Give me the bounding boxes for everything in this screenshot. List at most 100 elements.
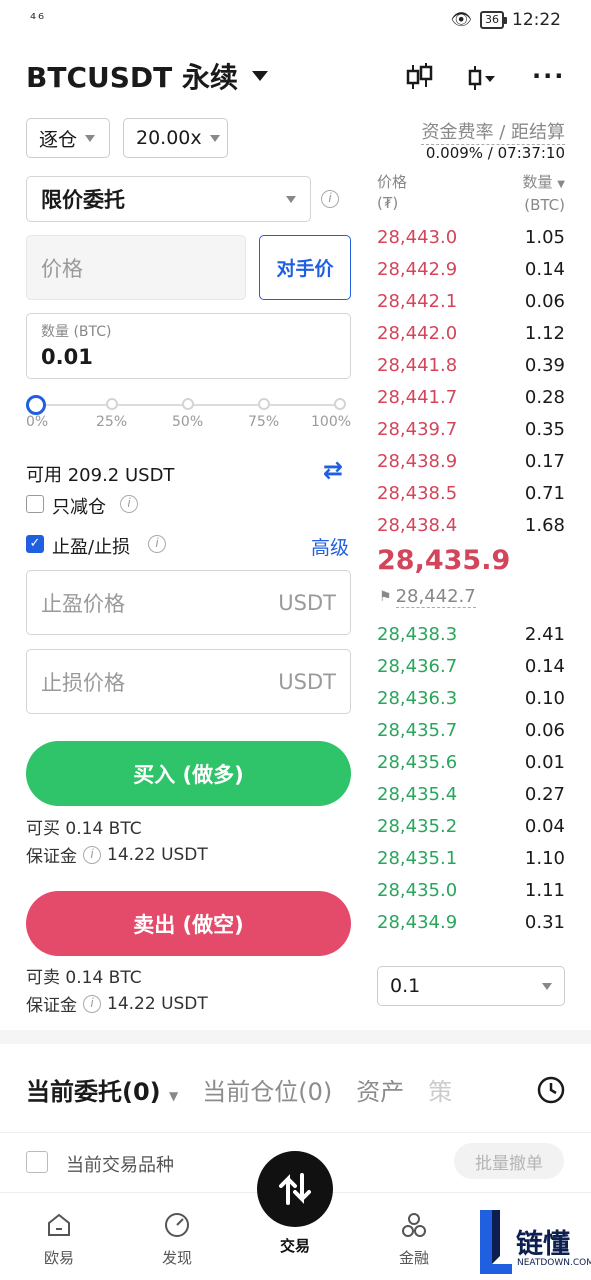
tp-sl-checkbox[interactable]: ✓ xyxy=(26,535,44,553)
slider-tick[interactable] xyxy=(182,398,194,410)
info-icon[interactable]: i xyxy=(120,495,138,513)
ask-row[interactable]: 28,441.8 0.39 xyxy=(377,349,565,381)
ask-price: 28,438.5 xyxy=(377,482,458,504)
ask-qty: 0.35 xyxy=(524,418,565,440)
info-icon[interactable]: i xyxy=(321,190,339,208)
ask-row[interactable]: 28,442.0 1.12 xyxy=(377,317,565,349)
stop-loss-input[interactable]: 止损价格 USDT xyxy=(26,649,351,714)
nav-trade[interactable]: 交易 xyxy=(255,1235,335,1256)
quantity-value: 0.01 xyxy=(41,345,93,369)
tab-current-positions[interactable]: 当前仓位(0) xyxy=(202,1072,332,1107)
home-icon xyxy=(48,1213,70,1236)
ask-qty: 0.06 xyxy=(524,290,565,312)
qty-header: 数量 xyxy=(522,173,553,191)
ask-row[interactable]: 28,438.4 1.68 xyxy=(377,509,565,541)
margin-label: 保证金 xyxy=(26,996,77,1016)
price-unit: (₮) xyxy=(377,194,399,212)
bid-row[interactable]: 28,436.7 0.14 xyxy=(377,650,565,682)
stop-loss-unit: USDT xyxy=(278,669,336,694)
bid-row[interactable]: 28,435.1 1.10 xyxy=(377,842,565,874)
depth-select[interactable]: 0.1 xyxy=(377,966,565,1006)
sell-short-button[interactable]: 卖出 (做空) xyxy=(26,891,351,956)
ask-qty: 1.68 xyxy=(524,514,565,536)
quantity-label: 数量 (BTC) xyxy=(41,324,112,340)
bid-qty: 0.06 xyxy=(524,719,565,741)
mark-price-row[interactable]: ⚑ 28,442.7 xyxy=(379,586,476,608)
trade-fab[interactable] xyxy=(257,1151,333,1227)
info-icon[interactable]: i xyxy=(83,994,101,1013)
advanced-link[interactable]: 高级 xyxy=(311,533,349,560)
ask-qty: 1.05 xyxy=(524,226,565,248)
ask-row[interactable]: 28,442.1 0.06 xyxy=(377,285,565,317)
ask-price: 28,443.0 xyxy=(377,226,458,248)
bid-price: 28,438.3 xyxy=(377,623,458,645)
take-profit-input[interactable]: 止盈价格 USDT xyxy=(26,570,351,635)
slider-tick[interactable] xyxy=(334,398,346,410)
slider-label: 100% xyxy=(311,414,352,430)
margin-mode-select[interactable]: 逐仓 xyxy=(26,118,110,158)
transfer-icon[interactable]: ⇄ xyxy=(323,456,343,484)
slider-handle[interactable] xyxy=(26,395,46,415)
tab-current-orders[interactable]: 当前委托(0) ▼ xyxy=(26,1072,178,1107)
ask-qty: 0.14 xyxy=(524,258,565,280)
current-symbol-checkbox[interactable] xyxy=(26,1151,48,1173)
bid-row[interactable]: 28,438.3 2.41 xyxy=(377,618,565,650)
info-icon[interactable]: i xyxy=(83,845,101,864)
can-buy-amount: 可买 0.14 BTC xyxy=(26,819,142,839)
bid-price: 28,435.2 xyxy=(377,815,458,837)
ask-row[interactable]: 28,439.7 0.35 xyxy=(377,413,565,445)
quantity-input[interactable]: 数量 (BTC) 0.01 xyxy=(26,313,351,379)
info-icon[interactable]: i xyxy=(148,535,166,553)
tp-sl-label: 止盈/止损 xyxy=(52,537,131,558)
nav-discover[interactable]: 发现 xyxy=(137,1211,217,1268)
batch-cancel-button[interactable]: 批量撤单 xyxy=(454,1143,564,1179)
bid-price: 28,435.4 xyxy=(377,783,458,805)
nav-home[interactable]: 欧易 xyxy=(19,1211,99,1268)
margin-value: 14.22 USDT xyxy=(107,844,208,865)
bid-row[interactable]: 28,434.9 0.31 xyxy=(377,906,565,938)
counterparty-price-button[interactable]: 对手价 xyxy=(259,235,351,300)
bid-row[interactable]: 28,435.6 0.01 xyxy=(377,746,565,778)
history-icon[interactable] xyxy=(536,1075,566,1105)
tab-label: 当前委托(0) xyxy=(26,1078,161,1106)
symbol-selector[interactable]: BTCUSDT 永续 xyxy=(26,56,268,96)
swap-arrows-icon xyxy=(279,1173,311,1205)
buy-long-button[interactable]: 买入 (做多) xyxy=(26,741,351,806)
chart-menu-icon[interactable] xyxy=(466,64,496,92)
depth-value: 0.1 xyxy=(390,975,421,997)
watermark-logo-icon xyxy=(480,1210,512,1274)
price-input[interactable]: 价格 xyxy=(26,235,246,300)
tab-assets[interactable]: 资产 xyxy=(356,1072,404,1107)
bid-row[interactable]: 28,436.3 0.10 xyxy=(377,682,565,714)
ask-price: 28,438.9 xyxy=(377,450,458,472)
bid-row[interactable]: 28,435.2 0.04 xyxy=(377,810,565,842)
ask-row[interactable]: 28,438.5 0.71 xyxy=(377,477,565,509)
ask-qty: 0.17 xyxy=(524,450,565,472)
bid-row[interactable]: 28,435.7 0.06 xyxy=(377,714,565,746)
nav-finance[interactable]: 金融 xyxy=(374,1211,454,1268)
reduce-only-checkbox[interactable] xyxy=(26,495,44,513)
candlestick-icon[interactable] xyxy=(404,62,434,92)
ask-row[interactable]: 28,442.9 0.14 xyxy=(377,253,565,285)
ask-row[interactable]: 28,441.7 0.28 xyxy=(377,381,565,413)
mark-price: 28,442.7 xyxy=(395,586,476,608)
more-icon[interactable]: ··· xyxy=(532,62,565,90)
orderbook-qty-header[interactable]: 数量 ▼ (BTC) xyxy=(523,172,566,216)
bid-qty: 1.11 xyxy=(524,879,565,901)
bid-qty: 0.04 xyxy=(524,815,565,837)
current-symbol-label: 当前交易品种 xyxy=(66,1155,174,1176)
bid-row[interactable]: 28,435.4 0.27 xyxy=(377,778,565,810)
order-type-select[interactable]: 限价委托 xyxy=(26,176,311,222)
flag-icon: ⚑ xyxy=(379,589,392,605)
reduce-only-label: 只减仓 xyxy=(52,497,106,518)
funding-label[interactable]: 资金费率 / 距结算 xyxy=(421,118,565,145)
bid-row[interactable]: 28,435.0 1.11 xyxy=(377,874,565,906)
ask-row[interactable]: 28,438.9 0.17 xyxy=(377,445,565,477)
slider-label: 75% xyxy=(248,414,280,430)
price-header: 价格 xyxy=(377,173,408,191)
leverage-select[interactable]: 20.00x xyxy=(123,118,228,158)
tab-strategy[interactable]: 策 xyxy=(428,1072,452,1107)
slider-tick[interactable] xyxy=(258,398,270,410)
ask-row[interactable]: 28,443.0 1.05 xyxy=(377,221,565,253)
slider-tick[interactable] xyxy=(106,398,118,410)
